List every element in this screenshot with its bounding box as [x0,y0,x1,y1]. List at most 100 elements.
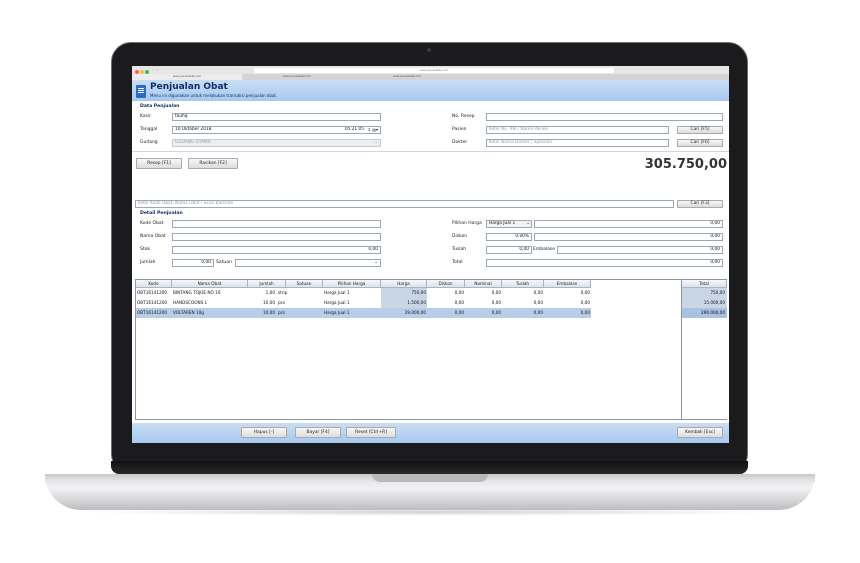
nama-obat-field[interactable] [172,233,381,241]
browser-chrome: ‹ › www.yourwebsite.com www.yourwebsite.… [132,66,729,81]
cell-embalase: 0,00 [580,310,590,315]
cell-kode: OBT16141200 [137,310,168,315]
cell-pilihan: Harga Jual 1 [324,290,350,295]
satuan-select[interactable]: ⌄ [235,259,381,267]
column-header[interactable]: Pilihan Harga [323,280,381,288]
resep-field[interactable] [486,113,723,121]
cell-harga: 750,00 [381,288,427,298]
racikan-button[interactable]: Racikan [F2] [188,158,238,169]
pasien-input[interactable]: Ketik No. RM / Nama Pasien [486,126,669,134]
total-field: 0,00 [486,259,723,267]
time-value: 05.21.05 [344,127,364,132]
kode-obat-label: Kode Obat [140,221,164,226]
page-header: Penjualan Obat Menu ini digunakan untuk … [132,80,729,101]
column-header[interactable]: Tuslah [502,280,544,288]
column-header[interactable]: Kode [136,280,172,288]
table-row-selected[interactable]: OBT16141200 VOLTAREN 10g 10,00 pcs Harga… [136,308,591,318]
tanggal-field[interactable]: 10 Oktober 2018 05.21.05 ⇕ ▤▾ [172,126,381,134]
kasir-label: Kasir [140,114,152,119]
tanggal-label: Tanggal [140,127,158,132]
column-header[interactable]: Total [682,280,727,288]
pilihan-harga-value: Harga Jual 1 [489,221,516,226]
satuan-label: Satuan [216,260,232,265]
total-column: Total 750,00 15.000,00 290.000,00 [681,280,727,419]
cell-harga: 29.000,00 [404,310,426,315]
page-title: Penjualan Obat [150,82,228,92]
cell-jumlah: 10,00 [263,310,275,315]
cell-nominal: 0,00 [491,300,501,305]
cell-nama: VOLTAREN 10g [173,310,204,315]
pasien-label: Pasien [452,127,467,132]
cell-total: 15.000,00 [682,298,727,308]
sales-table: Kode Nama Obat Jumlah Satuan Pilihan Har… [135,279,727,420]
kode-obat-field[interactable] [172,220,381,228]
address-bar[interactable]: www.yourwebsite.com [254,68,614,73]
embalase-field[interactable]: 0,00 [557,246,723,254]
harga-field: 0,00 [534,220,723,228]
cari-dokter-button[interactable]: Cari [F6] [677,139,723,147]
column-header[interactable]: Harga [381,280,427,288]
gudang-value: GUDANG UTAMA [175,140,211,145]
pilihan-harga-select[interactable]: Harga Jual 1 ⌄ [486,220,532,228]
date-value: 10 Oktober 2018 [175,127,212,132]
gudang-label: Gudang [140,140,158,145]
reset-button[interactable]: Reset [Ctrl+R] [346,427,396,438]
cell-satuan: strip [278,290,288,295]
laptop-notch [372,474,488,482]
kasir-field[interactable]: taufiq [172,113,381,121]
pilihan-harga-label: Pilihan Harga [452,221,482,226]
cell-tuslah: 0,00 [533,310,543,315]
cell-kode: OBT16141200 [137,290,168,295]
cell-harga: 1.500,00 [381,298,427,308]
column-header[interactable]: Nama Obat [172,280,248,288]
jumlah-field[interactable]: 0,00 [172,259,214,267]
forward-icon[interactable]: › [157,68,158,72]
jumlah-label: Jumlah [140,260,156,265]
chevron-down-icon: ⌄ [374,260,378,265]
column-header[interactable]: Diskon [427,280,465,288]
screen: ‹ › www.yourwebsite.com www.yourwebsite.… [132,66,729,443]
cari-obat-button[interactable]: Cari [F3] [677,200,723,208]
cell-tuslah: 0,00 [533,300,543,305]
cell-jumlah: 1,00 [265,290,275,295]
diskon-percent-field[interactable]: 0,00% [486,233,532,241]
dokter-input[interactable]: Ketik Nama Dokter / Spesialis [486,139,669,147]
cell-diskon: 0,00 [454,290,464,295]
table-row[interactable]: OBT16141200 HANDSCOONS L 10,00 pcs Harga… [136,298,591,308]
section-detail-penjualan: Detail Penjualan [140,211,183,216]
stok-label: Stok [140,247,150,252]
search-obat-input[interactable]: Ketik Kode Obat, Nama Obat / Scan Barcod… [135,200,674,208]
back-icon[interactable]: ‹ [152,68,153,72]
cell-kode: OBT16141200 [137,300,168,305]
cell-pilihan: Harga Jual 1 [324,310,350,315]
resep-button[interactable]: Resep [F1] [136,158,182,169]
page-subtitle: Menu ini digunakan untuk melakukan trans… [150,93,278,98]
footer-bar: Hapus [-] Bayar [F4] Reset [Ctrl+R] Kemb… [132,423,729,443]
table-row[interactable]: OBT16141200 BINTANG TOJOE NO 16 1,00 str… [136,288,591,298]
bayar-button[interactable]: Bayar [F4] [295,427,341,438]
kembali-button[interactable]: Kembali [Esc] [677,427,723,438]
cell-embalase: 0,00 [580,300,590,305]
total-label: Total [452,260,463,265]
cell-jumlah: 10,00 [263,300,275,305]
cari-pasien-button[interactable]: Cari [F5] [677,126,723,134]
column-header[interactable]: Embalase [544,280,591,288]
diskon-field[interactable]: 0,00 [534,233,723,241]
calendar-icon[interactable]: ▤▾ [372,127,378,133]
cell-total: 290.000,00 [682,308,727,318]
column-header[interactable]: Satuan [286,280,323,288]
column-header[interactable]: Nominal [465,280,502,288]
stok-field: 0,00 [172,246,381,254]
cell-pilihan: Harga Jual 1 [324,300,350,305]
cell-diskon: 0,00 [454,310,464,315]
laptop-hinge [111,461,748,474]
spinner-icon[interactable]: ⇕ [368,127,371,133]
section-data-penjualan: Data Penjualan [140,104,180,109]
gudang-select: GUDANG UTAMA ⌄ [172,139,381,147]
hapus-button[interactable]: Hapus [-] [241,427,287,438]
cell-satuan: pcs [278,300,286,305]
cell-nama: BINTANG TOJOE NO 16 [173,290,221,295]
tuslah-field[interactable]: 0,00 [486,246,532,254]
column-header[interactable]: Jumlah [248,280,286,288]
embalase-label: Embalase [533,247,555,252]
